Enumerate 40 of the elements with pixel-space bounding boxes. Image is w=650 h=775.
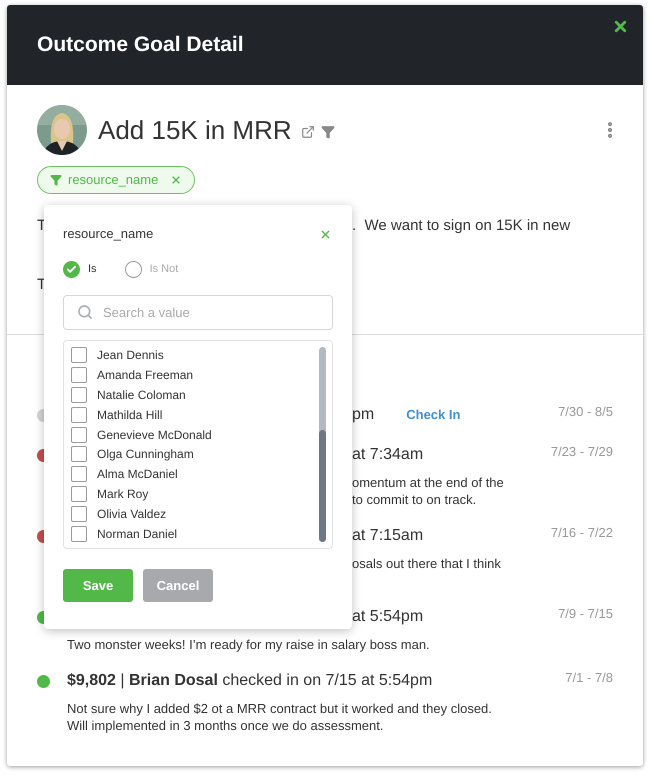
- radio-option[interactable]: Is: [63, 260, 97, 278]
- external-link-icon[interactable]: [300, 125, 315, 139]
- filter-icon: [50, 174, 62, 186]
- checked-radio-icon: [63, 260, 80, 278]
- checkin-note: omentum at the end of the: [352, 474, 504, 491]
- value-option[interactable]: Mathilda Hill: [71, 404, 332, 425]
- checkin-note: Will implemented in 3 months once we do assessment.: [67, 717, 384, 734]
- popover-title: resource_name: [63, 225, 154, 244]
- checkin-dates: 7/16 - 7/22: [550, 524, 613, 542]
- checkin-note: to commit to on track.: [352, 491, 476, 508]
- checkin-heading: at 7:34am: [352, 445, 424, 465]
- remove-icon[interactable]: [170, 174, 182, 186]
- search-icon: [77, 304, 93, 320]
- checkin-dates: 7/23 - 7/29: [550, 443, 613, 461]
- checkin-note: Not sure why I added $2 ot a MRR contract but it worked and they closed.: [67, 700, 492, 717]
- search-field[interactable]: Search a value: [63, 295, 333, 330]
- value-option[interactable]: Alma McDaniel: [71, 464, 332, 484]
- checkin-heading: at 5:54pm: [352, 607, 424, 627]
- checkin-dates: 7/9 - 7/15: [558, 605, 613, 623]
- checkin-dates: 7/1 - 7/8: [565, 669, 613, 687]
- value-option[interactable]: Jean Dennis: [71, 345, 332, 365]
- checkin-heading: $9,802 | Brian Dosal checked in on 7/15 at 5:54pm: [67, 671, 432, 691]
- checkin-heading: pm: [352, 405, 374, 425]
- goal-title: Add 15K in MRR: [98, 114, 292, 146]
- value-option[interactable]: Mark Roy: [71, 484, 332, 504]
- value-option[interactable]: Olivia Valdez: [71, 504, 332, 524]
- checkin-note: osals out there that I think: [352, 555, 501, 572]
- checkin-note: Two monster weeks! I’m ready for my raise in salary boss man.: [67, 636, 430, 653]
- filter-icon[interactable]: [320, 125, 335, 139]
- scrollbar[interactable]: [319, 347, 326, 542]
- value-option[interactable]: Olga Cunningham: [71, 444, 332, 464]
- checkin-heading: at 7:15am: [352, 526, 424, 546]
- description-text: . We want to sign on 15K in new: [352, 216, 570, 236]
- value-option[interactable]: Amanda Freeman: [71, 364, 332, 385]
- checkin-dates: 7/30 - 8/5: [558, 403, 613, 421]
- value-option[interactable]: Genevieve McDonald: [71, 424, 332, 444]
- modal-title: Outcome Goal Detail: [37, 32, 244, 58]
- value-option[interactable]: Norman Daniel: [71, 524, 332, 544]
- value-option[interactable]: Natalie Coloman: [71, 384, 332, 405]
- close-icon[interactable]: [612, 18, 629, 35]
